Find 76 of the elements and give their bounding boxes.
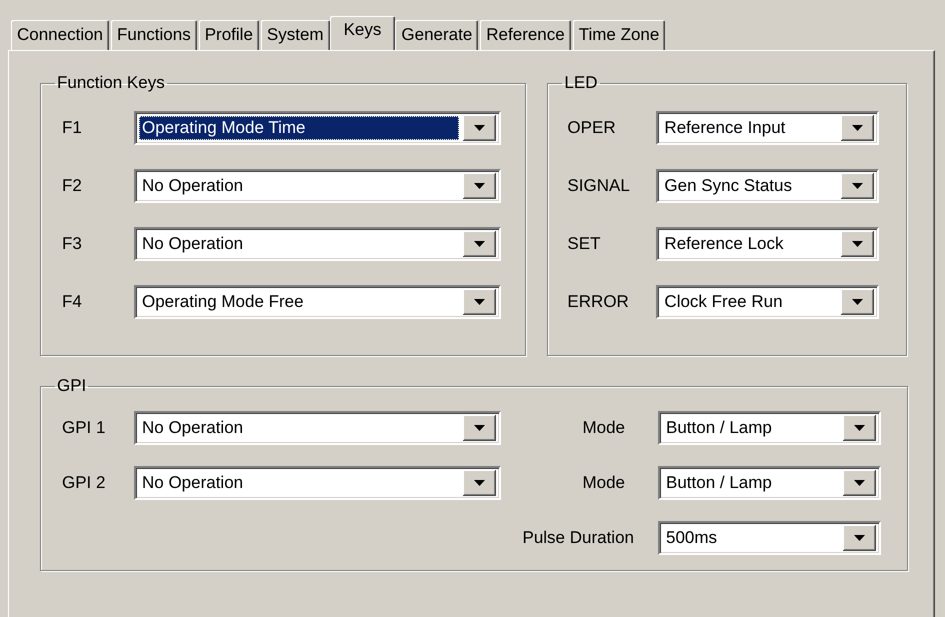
dropdown[interactable]: Operating Mode Time — [134, 111, 501, 145]
caret-icon — [852, 299, 864, 305]
field-label: GPI 1 — [62, 418, 106, 438]
dropdown-button[interactable] — [841, 289, 874, 315]
field-label: Mode — [582, 473, 626, 493]
dropdown-value: Operating Mode Time — [139, 116, 459, 140]
dropdown[interactable]: No Operation — [134, 227, 501, 261]
tab[interactable]: Profile — [198, 20, 259, 50]
dropdown[interactable]: 500ms — [658, 521, 881, 555]
caret-icon — [854, 480, 865, 486]
dropdown[interactable]: No Operation — [134, 169, 501, 203]
dropdown-button[interactable] — [843, 470, 876, 496]
caret-icon — [852, 241, 864, 247]
caret-icon — [852, 125, 864, 131]
field-label: SIGNAL — [567, 176, 631, 196]
dropdown[interactable]: Clock Free Run — [656, 285, 880, 319]
dropdown-button[interactable] — [463, 415, 496, 441]
field-label: Mode — [582, 418, 626, 438]
dropdown-button[interactable] — [841, 115, 874, 141]
dropdown-value: No Operation — [141, 472, 244, 494]
tab[interactable]: Connection — [11, 20, 110, 50]
caret-icon — [474, 125, 485, 131]
dropdown[interactable]: No Operation — [134, 411, 501, 445]
field-label: F2 — [62, 176, 83, 196]
dropdown-button[interactable] — [463, 289, 496, 315]
field-label: F1 — [62, 118, 83, 138]
dropdown-value: Operating Mode Free — [141, 291, 305, 313]
dropdown-button[interactable] — [463, 470, 496, 496]
caret-icon — [474, 183, 485, 189]
dropdown[interactable]: Reference Lock — [656, 227, 880, 261]
field-label: F3 — [62, 234, 83, 254]
caret-icon — [474, 480, 485, 486]
tab[interactable]: Time Zone — [572, 20, 666, 50]
group-title: GPI — [56, 376, 88, 396]
dropdown-value: No Operation — [141, 175, 244, 197]
caret-icon — [474, 299, 485, 305]
tab[interactable]: Reference — [480, 20, 571, 50]
dropdown-value: Button / Lamp — [665, 417, 773, 439]
dropdown-button[interactable] — [463, 173, 496, 199]
tab[interactable]: Generate — [395, 20, 478, 50]
dropdown-button[interactable] — [463, 115, 496, 141]
tab[interactable]: Functions — [111, 20, 197, 50]
dropdown-value: Reference Input — [663, 117, 786, 139]
dropdown-value: No Operation — [141, 233, 244, 255]
dropdown[interactable]: Reference Input — [656, 111, 880, 145]
dropdown[interactable]: Button / Lamp — [658, 411, 881, 445]
dropdown[interactable]: No Operation — [134, 466, 501, 500]
caret-icon — [474, 241, 485, 247]
field-label: Pulse Duration — [522, 528, 635, 548]
dropdown-value: 500ms — [665, 527, 718, 549]
field-label: GPI 2 — [62, 473, 106, 493]
dropdown-button[interactable] — [463, 231, 496, 257]
dropdown[interactable]: Gen Sync Status — [656, 169, 880, 203]
caret-icon — [852, 183, 864, 189]
field-label: F4 — [62, 292, 83, 312]
field-label: OPER — [567, 118, 617, 138]
field-label: SET — [567, 234, 602, 254]
field-label: ERROR — [567, 292, 630, 312]
dropdown-button[interactable] — [841, 173, 874, 199]
tab[interactable]: Keys — [330, 16, 396, 50]
dropdown-button[interactable] — [843, 415, 876, 441]
group-title: Function Keys — [56, 73, 166, 93]
dropdown-value: Reference Lock — [663, 233, 784, 255]
caret-icon — [854, 425, 865, 431]
caret-icon — [474, 425, 485, 431]
tab[interactable]: System — [260, 20, 330, 50]
caret-icon — [854, 535, 865, 541]
dropdown[interactable]: Operating Mode Free — [134, 285, 501, 319]
group-title: LED — [563, 73, 598, 93]
dropdown[interactable]: Button / Lamp — [658, 466, 881, 500]
dropdown-button[interactable] — [843, 525, 876, 551]
dropdown-value: Clock Free Run — [663, 291, 784, 313]
dropdown-button[interactable] — [841, 231, 874, 257]
dropdown-value: Gen Sync Status — [663, 175, 793, 197]
dropdown-value: No Operation — [141, 417, 244, 439]
dropdown-value: Button / Lamp — [665, 472, 773, 494]
